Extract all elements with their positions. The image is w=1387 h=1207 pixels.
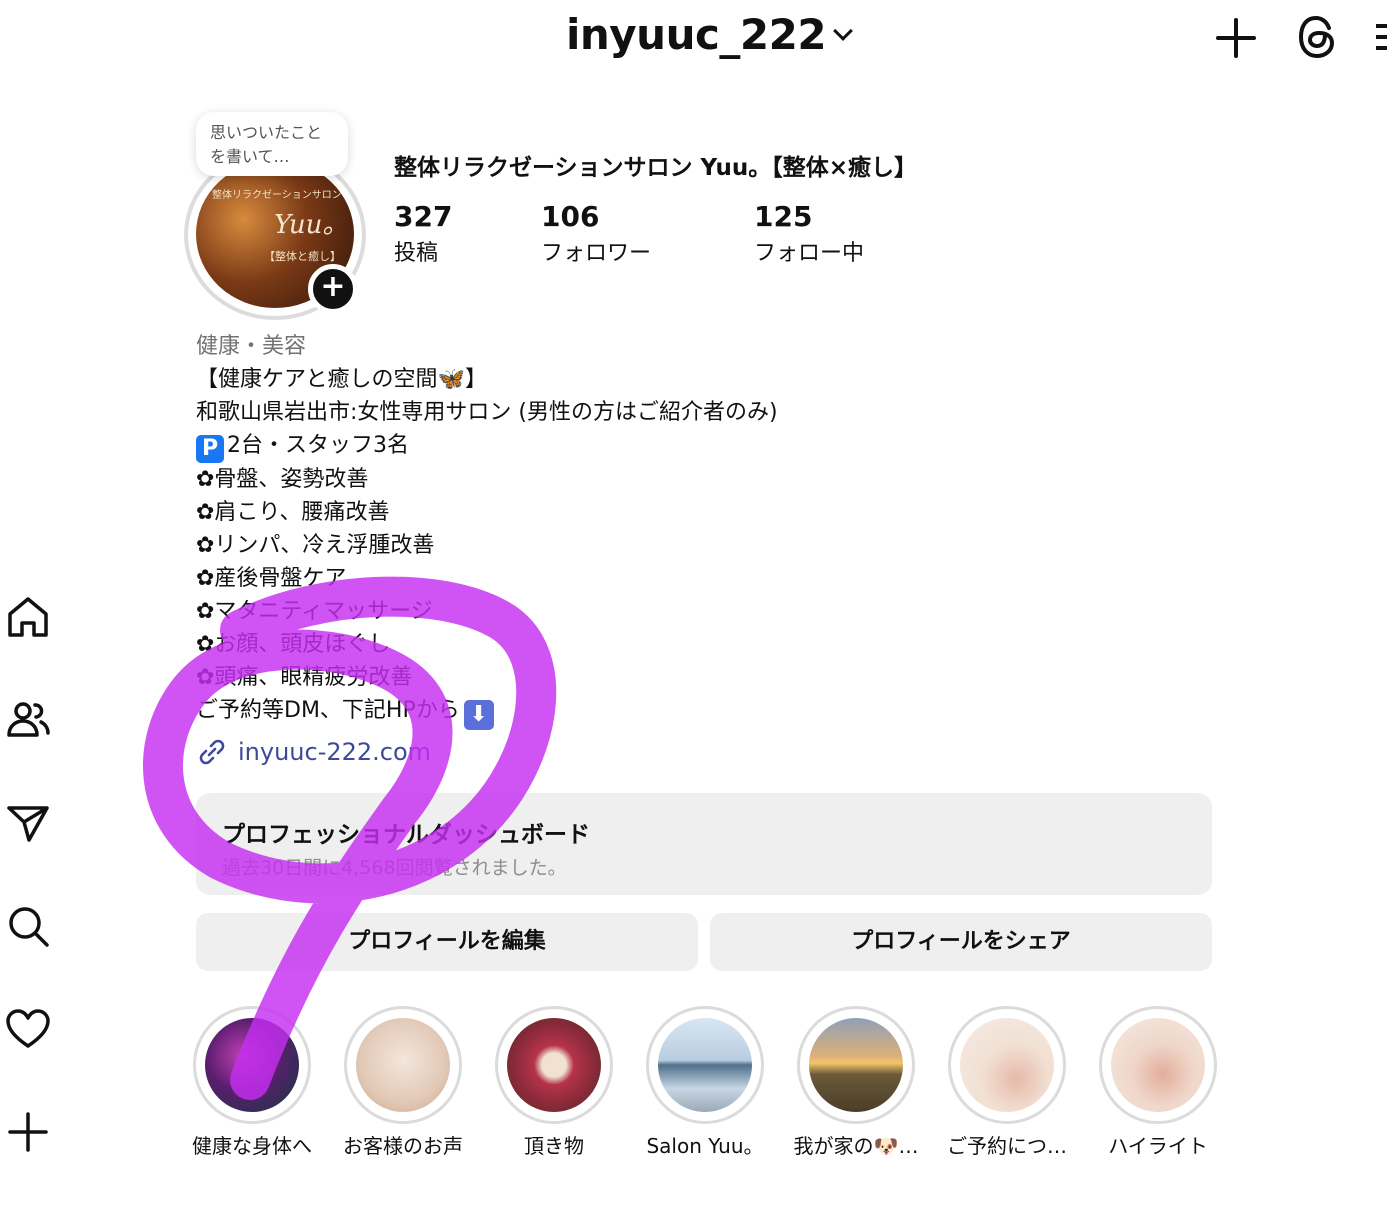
following-label: フォロー中 xyxy=(754,241,865,266)
highlight-label: 我が家の🐶… xyxy=(793,1134,919,1158)
followers-stat[interactable]: 106 フォロワー xyxy=(541,200,651,267)
bio-item: ✿マタニティマッサージ xyxy=(196,599,433,624)
dashboard-title: プロフェッショナルダッシュボード xyxy=(222,822,590,848)
bio-line: 和歌山県岩出市:女性専用サロン (男性の方はご紹介者のみ) xyxy=(196,400,778,425)
following-count: 125 xyxy=(754,200,813,233)
threads-icon[interactable] xyxy=(1296,14,1338,60)
following-stat[interactable]: 125 フォロー中 xyxy=(754,200,864,267)
bio-item: ✿リンパ、冷え浮腫改善 xyxy=(196,533,435,558)
avatar-title: Yuu。 xyxy=(274,210,349,240)
edit-profile-button[interactable]: プロフィールを編集 xyxy=(196,913,698,971)
add-story-button[interactable]: + xyxy=(308,264,358,314)
highlight-item[interactable]: ハイライト xyxy=(1098,1006,1218,1158)
highlight-cover xyxy=(507,1018,601,1112)
highlight-item[interactable]: 頂き物 xyxy=(494,1006,614,1158)
parking-icon: P xyxy=(196,435,224,463)
website-link[interactable]: inyuuc-222.com xyxy=(196,736,431,768)
bio-text: 】 xyxy=(464,367,487,392)
highlight-label: 頂き物 xyxy=(524,1134,584,1158)
people-icon[interactable] xyxy=(5,697,51,743)
highlight-cover xyxy=(1111,1018,1205,1112)
highlight-cover xyxy=(658,1018,752,1112)
highlight-cover xyxy=(960,1018,1054,1112)
down-arrow-icon: ⬇ xyxy=(463,700,494,730)
highlight-item[interactable]: 我が家の🐶… xyxy=(794,1006,918,1158)
highlight-label: Salon Yuu。 xyxy=(646,1134,764,1158)
username: inyuuc_222 xyxy=(566,10,827,59)
menu-icon[interactable] xyxy=(1376,22,1387,52)
highlight-label: 健康な身体へ xyxy=(192,1134,312,1158)
highlight-item[interactable]: 健康な身体へ xyxy=(192,1006,312,1158)
bio-line: 【健康ケアと癒しの空間🦋】 xyxy=(196,363,778,396)
highlight-label: お客様のお声 xyxy=(343,1134,463,1158)
followers-count: 106 xyxy=(541,200,600,233)
heart-icon[interactable] xyxy=(5,1006,51,1052)
search-icon[interactable] xyxy=(5,903,51,949)
avatar-subtitle: 整体リラクゼーションサロン xyxy=(212,190,342,201)
share-profile-button[interactable]: プロフィールをシェア xyxy=(710,913,1212,971)
bio-item: ✿産後骨盤ケア xyxy=(196,566,347,591)
dashboard-subtitle: 過去30日間に4,568回閲覧されました。 xyxy=(222,857,567,879)
bio: 健康・美容 【健康ケアと癒しの空間🦋】 和歌山県岩出市:女性専用サロン (男性の… xyxy=(196,330,778,730)
highlight-label: ハイライト xyxy=(1108,1134,1208,1158)
website-url: inyuuc-222.com xyxy=(238,738,432,766)
bio-line: ご予約等DM、下記HPから ⬇ xyxy=(196,694,778,730)
avatar-tag: 【整体と癒し】 xyxy=(264,250,341,263)
butterfly-icon: 🦋 xyxy=(437,367,465,392)
bio-text: 2台・スタッフ3名 xyxy=(227,433,409,458)
bio-item: ✿頭痛、眼精疲労改善 xyxy=(196,665,413,690)
professional-dashboard[interactable]: プロフェッショナルダッシュボード 過去30日間に4,568回閲覧されました。 xyxy=(196,793,1212,895)
highlight-cover xyxy=(356,1018,450,1112)
highlight-cover xyxy=(809,1018,903,1112)
highlight-item[interactable]: Salon Yuu。 xyxy=(645,1006,765,1158)
highlight-item[interactable]: お客様のお声 xyxy=(343,1006,463,1158)
bio-line: P 2台・スタッフ3名 xyxy=(196,429,778,463)
username-switcher[interactable]: inyuuc_222 xyxy=(566,10,853,59)
bio-text: ご予約等DM、下記HPから xyxy=(196,698,460,723)
display-name: 整体リラクゼーションサロン Yuu。【整体×癒し】 xyxy=(394,155,918,181)
posts-stat[interactable]: 327 投稿 xyxy=(394,200,452,267)
send-icon[interactable] xyxy=(5,800,51,846)
highlight-item[interactable]: ご予約につ… xyxy=(947,1006,1067,1158)
highlight-cover xyxy=(205,1018,299,1112)
bio-text: 【健康ケアと癒しの空間 xyxy=(196,367,438,392)
bio-item: ✿骨盤、姿勢改善 xyxy=(196,467,369,492)
highlight-label: ご予約につ… xyxy=(947,1134,1067,1158)
note-bubble[interactable]: 思いついたことを書いて… xyxy=(196,112,348,176)
plus-icon[interactable] xyxy=(1216,18,1256,58)
link-icon xyxy=(199,739,225,765)
home-icon[interactable] xyxy=(5,594,51,640)
bio-item: ✿お顔、頭皮ほぐし xyxy=(196,632,391,657)
posts-count: 327 xyxy=(394,200,453,233)
plus-icon[interactable] xyxy=(5,1109,51,1155)
bio-category: 健康・美容 xyxy=(196,334,307,359)
posts-label: 投稿 xyxy=(394,241,439,266)
chevron-down-icon xyxy=(833,20,853,41)
followers-label: フォロワー xyxy=(541,241,652,266)
bio-item: ✿肩こり、腰痛改善 xyxy=(196,500,390,525)
